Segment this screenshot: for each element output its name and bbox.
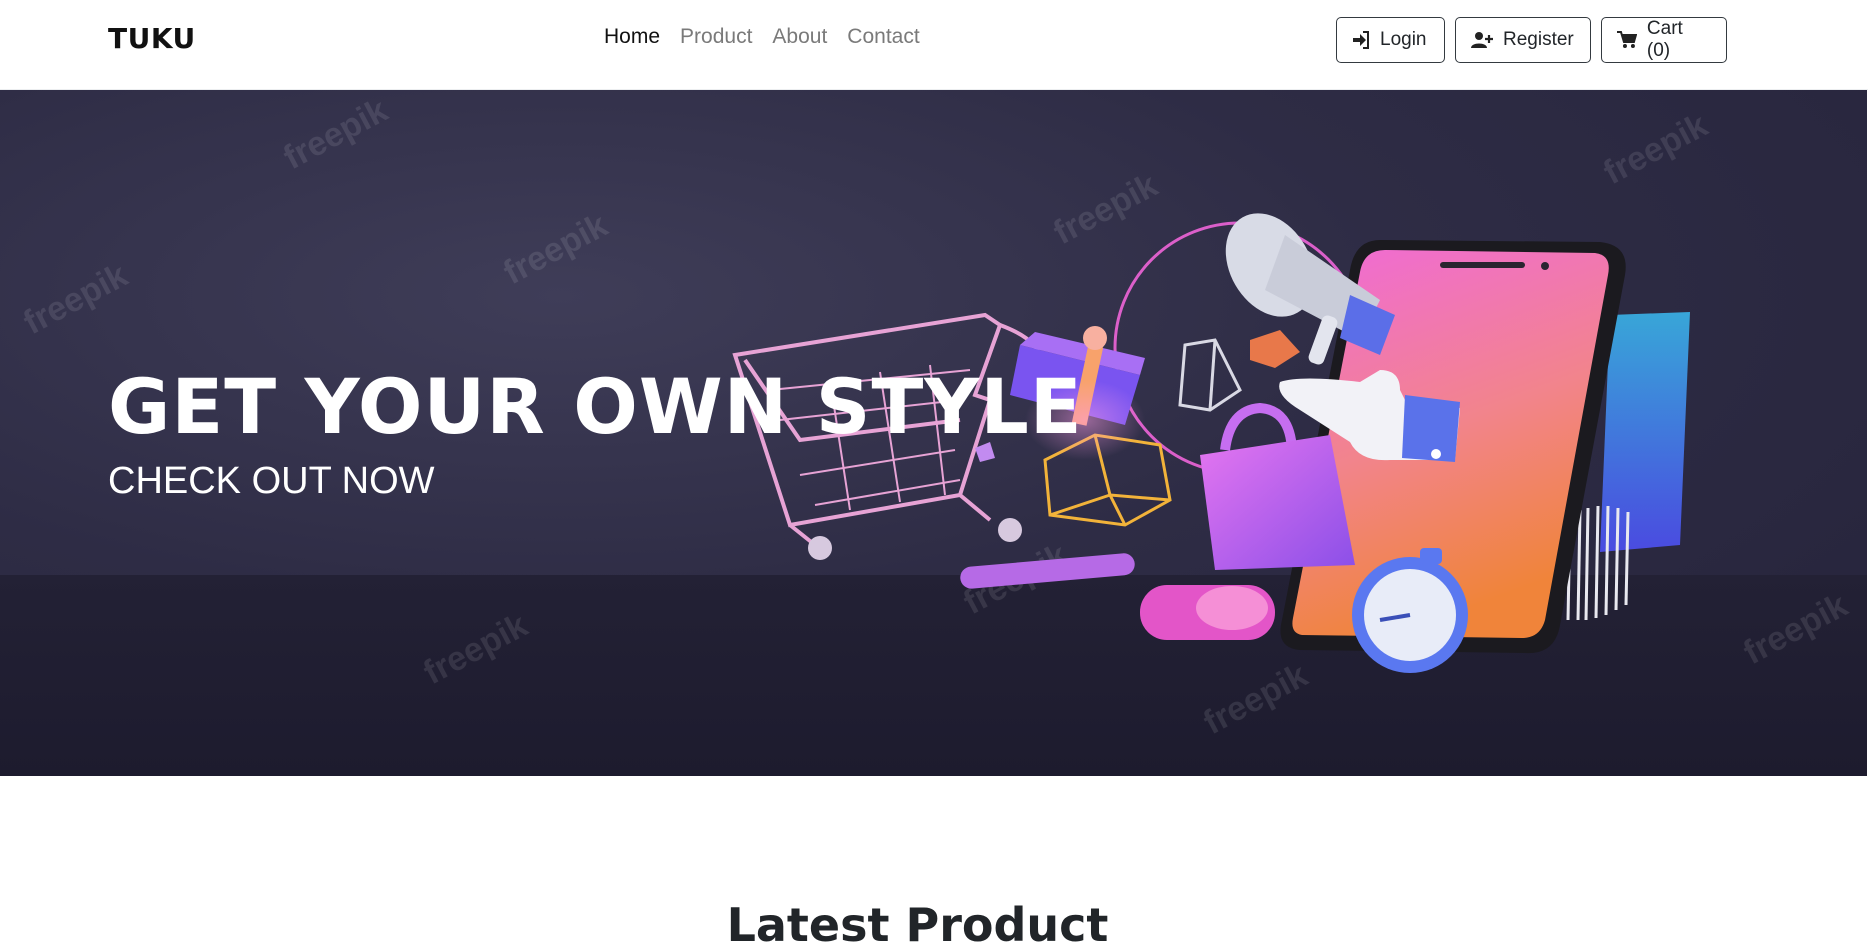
login-button[interactable]: Login xyxy=(1336,17,1445,63)
register-label: Register xyxy=(1503,29,1574,50)
cart-label: Cart (0) xyxy=(1646,18,1683,61)
register-button[interactable]: Register xyxy=(1455,17,1591,63)
hero-title: GET YOUR OWN STYLE xyxy=(108,362,1083,451)
nav-link-about[interactable]: About xyxy=(772,25,827,49)
sign-in-icon xyxy=(1353,31,1369,49)
shopping-cart-icon xyxy=(1617,31,1637,48)
wireframe-prism-shape xyxy=(1178,338,1242,412)
login-label: Login xyxy=(1380,29,1427,50)
hero-banner: freepik freepik freepik freepik freepik … xyxy=(0,90,1867,776)
nav-actions: Login Register Cart (0) xyxy=(1336,17,1727,63)
cart-button[interactable]: Cart (0) xyxy=(1601,17,1727,63)
nav-link-home[interactable]: Home xyxy=(604,25,660,49)
gem-shape xyxy=(1250,330,1300,368)
credit-card-shape xyxy=(1600,312,1690,552)
nav-link-product[interactable]: Product xyxy=(680,25,752,49)
toggle-shape xyxy=(1140,585,1275,640)
navbar: TUKU Home Product About Contact Login Re… xyxy=(0,0,1868,90)
user-plus-icon xyxy=(1471,32,1493,48)
nav-links: Home Product About Contact xyxy=(604,25,920,49)
hero-subtitle[interactable]: CHECK OUT NOW xyxy=(108,460,435,503)
nav-link-contact[interactable]: Contact xyxy=(847,25,919,49)
brand-logo[interactable]: TUKU xyxy=(108,22,196,55)
pink-bar-shape xyxy=(960,553,1135,589)
latest-product-heading: Latest Product xyxy=(726,898,1109,952)
